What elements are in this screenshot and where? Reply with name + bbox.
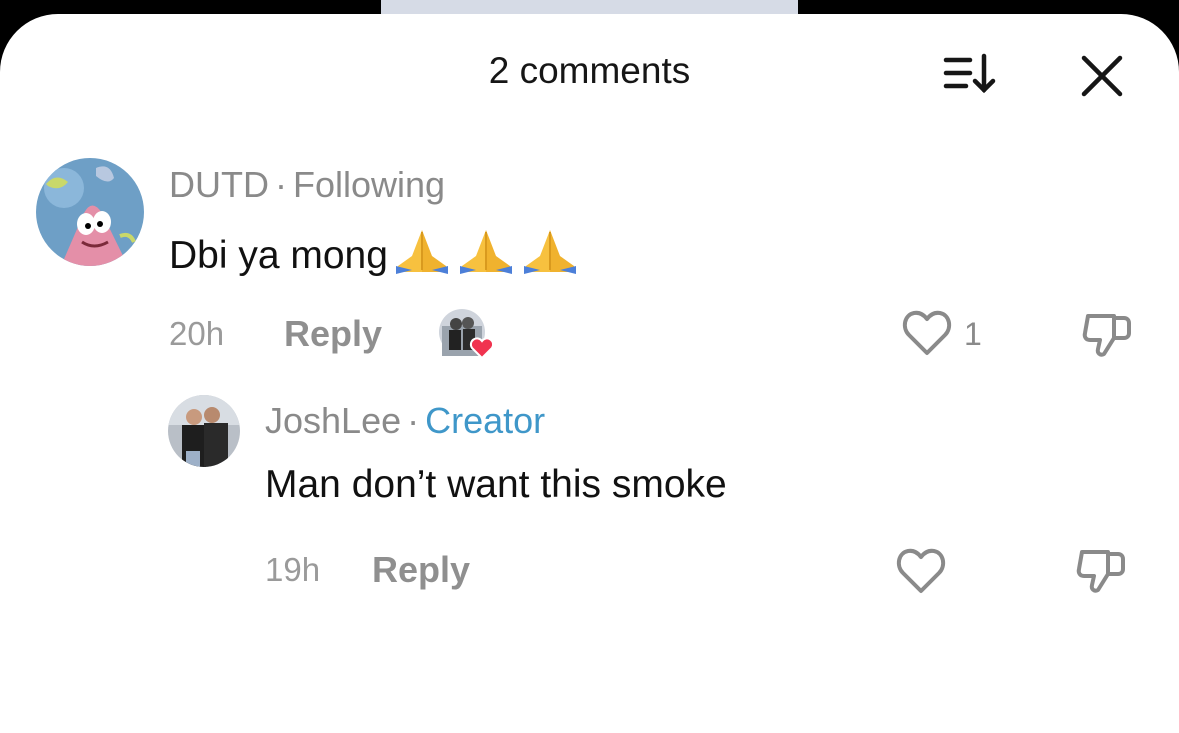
creator-liked-indicator bbox=[438, 308, 496, 360]
avatar-joshlee[interactable] bbox=[168, 395, 240, 467]
close-icon bbox=[1081, 55, 1123, 97]
dislike-button[interactable] bbox=[1082, 310, 1132, 358]
separator-dot: · bbox=[274, 164, 287, 205]
folded-hands-emoji bbox=[520, 226, 580, 274]
creator-badge: Creator bbox=[425, 400, 546, 441]
thumbs-down-icon bbox=[1076, 550, 1125, 593]
comment-meta: DUTD · Following bbox=[169, 164, 445, 206]
comment-time: 19h bbox=[265, 551, 321, 588]
comment-text: Dbi ya mong bbox=[169, 226, 580, 278]
comment-body: Dbi ya mong bbox=[169, 234, 388, 277]
comments-count-title: 2 comments bbox=[488, 50, 691, 91]
comment-meta: JoshLee · Creator bbox=[265, 400, 545, 442]
folded-hands-emoji bbox=[392, 226, 452, 274]
like-button[interactable] bbox=[902, 309, 952, 357]
like-count: 1 bbox=[964, 316, 982, 352]
like-button[interactable] bbox=[896, 547, 946, 595]
comment-author[interactable]: JoshLee bbox=[265, 400, 401, 441]
separator-dot: · bbox=[407, 400, 420, 441]
relation-label: Following bbox=[292, 164, 446, 205]
reply-button[interactable]: Reply bbox=[372, 549, 470, 591]
dislike-button[interactable] bbox=[1076, 546, 1126, 594]
heart-outline-icon bbox=[896, 548, 946, 593]
comments-sheet bbox=[0, 14, 1179, 733]
comment-time: 20h bbox=[169, 315, 225, 352]
sort-button[interactable] bbox=[940, 40, 1000, 100]
avatar-dutd[interactable] bbox=[36, 158, 144, 266]
comment-author[interactable]: DUTD bbox=[169, 164, 269, 205]
comment-body: Man don’t want this smoke bbox=[265, 463, 727, 506]
heart-outline-icon bbox=[902, 310, 952, 355]
reply-button[interactable]: Reply bbox=[284, 313, 382, 355]
sort-descending-icon bbox=[943, 53, 996, 94]
folded-hands-emoji bbox=[456, 226, 516, 274]
close-button[interactable] bbox=[1078, 52, 1126, 100]
thumbs-down-icon bbox=[1082, 314, 1131, 357]
